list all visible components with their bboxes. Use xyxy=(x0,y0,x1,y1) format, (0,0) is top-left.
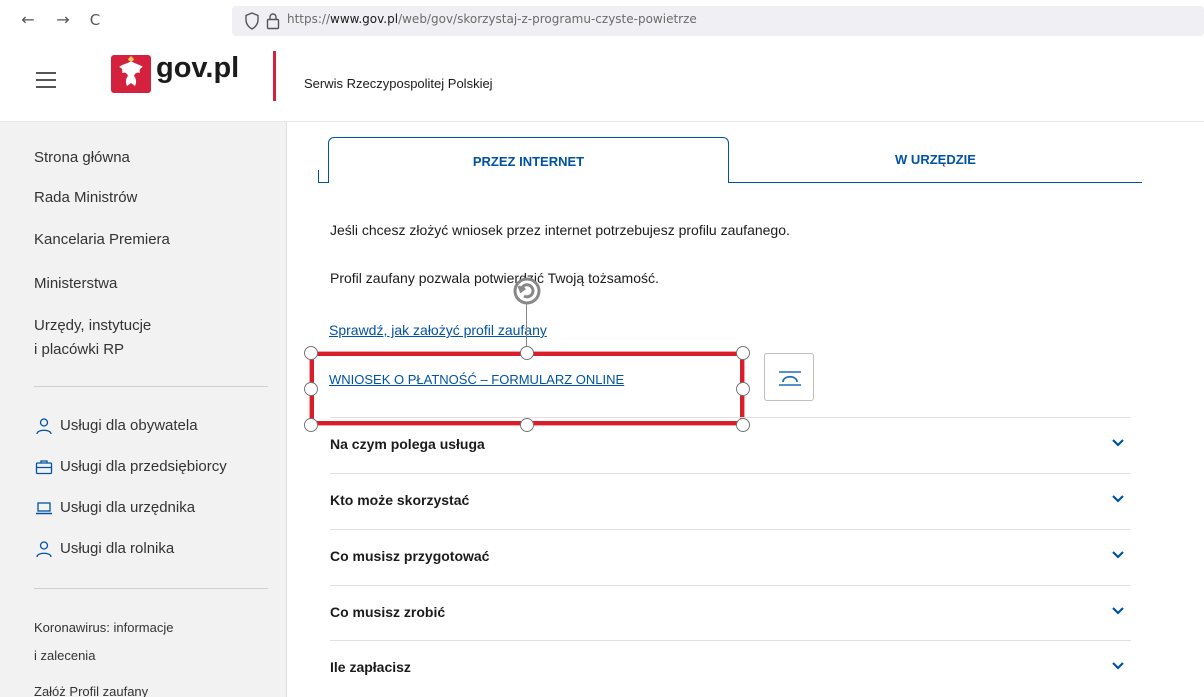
rotation-connector xyxy=(526,303,527,350)
chevron-down-icon xyxy=(1112,439,1124,447)
sidebar-item-trusted-profile[interactable]: Załóż Profil zaufany xyxy=(34,678,148,697)
sidebar-service-citizen[interactable]: Usługi dla obywatela xyxy=(34,417,198,435)
accordion-title: Kto może skorzystać xyxy=(330,492,470,508)
sidebar-item-chancellery[interactable]: Kancelaria Premiera xyxy=(34,228,170,252)
tab-in-office[interactable]: W URZĘDZIE xyxy=(729,137,1142,183)
url-text: https://www.gov.pl/web/gov/skorzystaj-z-… xyxy=(287,12,697,26)
sidebar-divider xyxy=(34,386,268,387)
eagle-emblem-icon[interactable] xyxy=(111,55,151,93)
channel-tabs: PRZEZ INTERNET W URZĘDZIE xyxy=(318,137,1142,183)
sidebar-item-offices[interactable]: Urzędy, instytucje i placówki RP xyxy=(34,314,151,362)
back-button[interactable]: ← xyxy=(18,10,38,30)
accordion-item[interactable]: Co musisz zrobić xyxy=(330,585,1131,641)
sidebar: Strona główna Rada Ministrów Kancelaria … xyxy=(0,122,287,697)
sidebar-item-council[interactable]: Rada Ministrów xyxy=(34,186,137,210)
resize-handle[interactable] xyxy=(304,382,318,396)
sidebar-divider xyxy=(34,588,268,589)
laptop-icon xyxy=(36,502,52,515)
intro-paragraph: Jeśli chcesz złożyć wniosek przez intern… xyxy=(330,222,790,238)
text-wrap-icon xyxy=(779,371,801,386)
accordion-title: Co musisz zrobić xyxy=(330,604,446,620)
sidebar-item-home[interactable]: Strona główna xyxy=(34,146,130,170)
accordion-item[interactable]: Ile zapłacisz xyxy=(330,640,1131,696)
chevron-down-icon xyxy=(1112,607,1124,615)
address-bar[interactable]: https://www.gov.pl/web/gov/skorzystaj-z-… xyxy=(232,6,1204,36)
sidebar-item-covid[interactable]: Koronawirus: informacje i zalecenia xyxy=(34,614,173,670)
resize-handle[interactable] xyxy=(520,346,534,360)
browser-toolbar: ← → C https://www.gov.pl/web/gov/skorzys… xyxy=(0,0,1204,44)
chevron-down-icon xyxy=(1112,662,1124,670)
shield-icon xyxy=(245,12,259,30)
selection-box[interactable] xyxy=(309,351,745,426)
chevron-down-icon xyxy=(1112,551,1124,559)
sidebar-service-clerk[interactable]: Usługi dla urzędnika xyxy=(34,499,195,517)
resize-handle[interactable] xyxy=(304,418,318,432)
chevron-down-icon xyxy=(1112,495,1124,503)
accordion-title: Na czym polega usługa xyxy=(330,436,485,452)
resize-handle[interactable] xyxy=(304,346,318,360)
sidebar-service-label: Usługi dla urzędnika xyxy=(60,499,196,516)
url-path: /web/gov/skorzystaj-z-programu-czyste-po… xyxy=(398,12,697,26)
sidebar-service-label: Usługi dla obywatela xyxy=(60,417,198,434)
sidebar-item-offices-line2: i placówki RP xyxy=(34,341,125,358)
gov-logo[interactable]: gov.pl xyxy=(156,52,239,85)
person-icon xyxy=(36,418,52,435)
sidebar-item-ministries[interactable]: Ministerstwa xyxy=(34,272,117,296)
site-header: gov.pl Serwis Rzeczypospolitej Polskiej xyxy=(0,44,1204,122)
menu-icon[interactable] xyxy=(36,72,56,88)
lock-icon xyxy=(266,13,280,30)
sidebar-item-offices-line1: Urzędy, instytucje xyxy=(34,317,152,334)
sidebar-item-covid-line1: Koronawirus: informacje xyxy=(34,620,174,635)
tab-online[interactable]: PRZEZ INTERNET xyxy=(328,137,729,183)
layout-options-button[interactable] xyxy=(764,353,814,401)
url-prefix: https:// xyxy=(287,12,331,26)
sidebar-service-business[interactable]: Usługi dla przedsiębiorcy xyxy=(34,458,227,476)
accordion-item[interactable]: Kto może skorzystać xyxy=(330,473,1131,529)
accordion-item[interactable]: Co musisz przygotować xyxy=(330,529,1131,585)
accordion-item[interactable]: Na czym polega usługa xyxy=(330,417,1131,473)
header-divider xyxy=(273,51,276,101)
briefcase-icon xyxy=(35,460,53,475)
accordion-title: Co musisz przygotować xyxy=(330,548,490,564)
reload-button[interactable]: C xyxy=(85,10,105,30)
rotate-handle-icon[interactable] xyxy=(511,275,543,307)
trusted-profile-paragraph: Profil zaufany pozwala potwierdzić Twoją… xyxy=(330,270,659,286)
forward-button[interactable]: → xyxy=(53,10,73,30)
person-icon xyxy=(36,541,52,558)
resize-handle[interactable] xyxy=(736,382,750,396)
accordion-title: Ile zapłacisz xyxy=(330,659,411,675)
resize-handle[interactable] xyxy=(736,346,750,360)
sidebar-service-label: Usługi dla rolnika xyxy=(60,540,175,557)
url-domain: www.gov.pl xyxy=(330,12,399,26)
trusted-profile-link[interactable]: Sprawdź, jak założyć profil zaufany xyxy=(329,322,547,338)
sidebar-item-covid-line2: i zalecenia xyxy=(34,648,96,663)
service-name[interactable]: Serwis Rzeczypospolitej Polskiej xyxy=(304,76,493,91)
sidebar-service-farmer[interactable]: Usługi dla rolnika xyxy=(34,540,174,558)
sidebar-service-label: Usługi dla przedsiębiorcy xyxy=(60,458,227,475)
